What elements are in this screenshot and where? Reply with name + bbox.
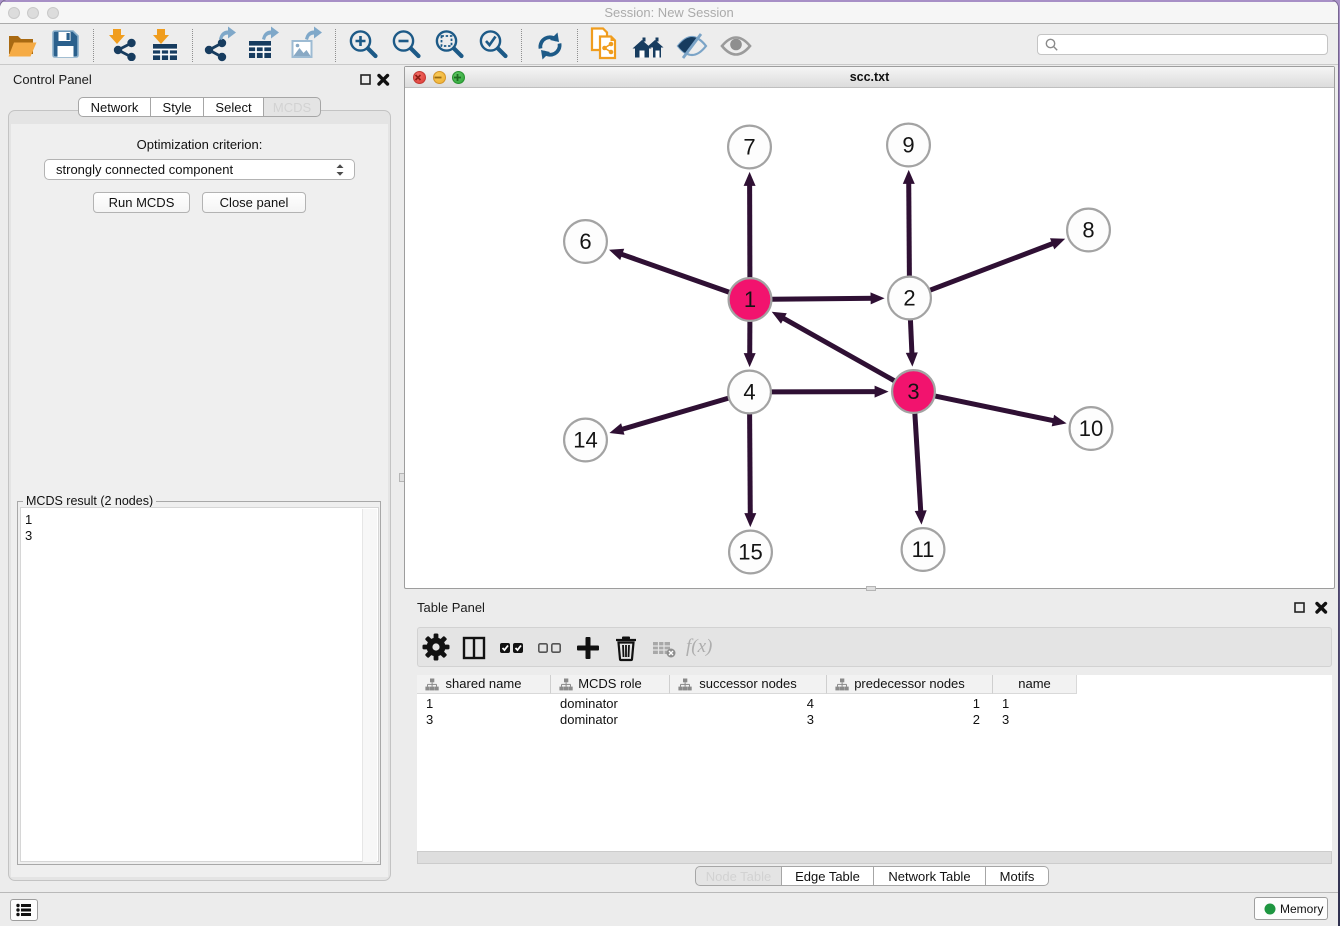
- svg-text:4: 4: [743, 380, 755, 405]
- svg-text:10: 10: [1079, 416, 1103, 441]
- svg-text:7: 7: [743, 135, 755, 160]
- svg-text:3: 3: [907, 379, 919, 404]
- svg-text:8: 8: [1082, 218, 1094, 243]
- svg-text:14: 14: [573, 428, 597, 453]
- svg-text:15: 15: [738, 540, 762, 565]
- svg-text:6: 6: [579, 229, 591, 254]
- svg-text:1: 1: [744, 287, 756, 312]
- svg-text:2: 2: [903, 286, 915, 311]
- svg-text:9: 9: [902, 133, 914, 158]
- svg-text:11: 11: [912, 537, 935, 562]
